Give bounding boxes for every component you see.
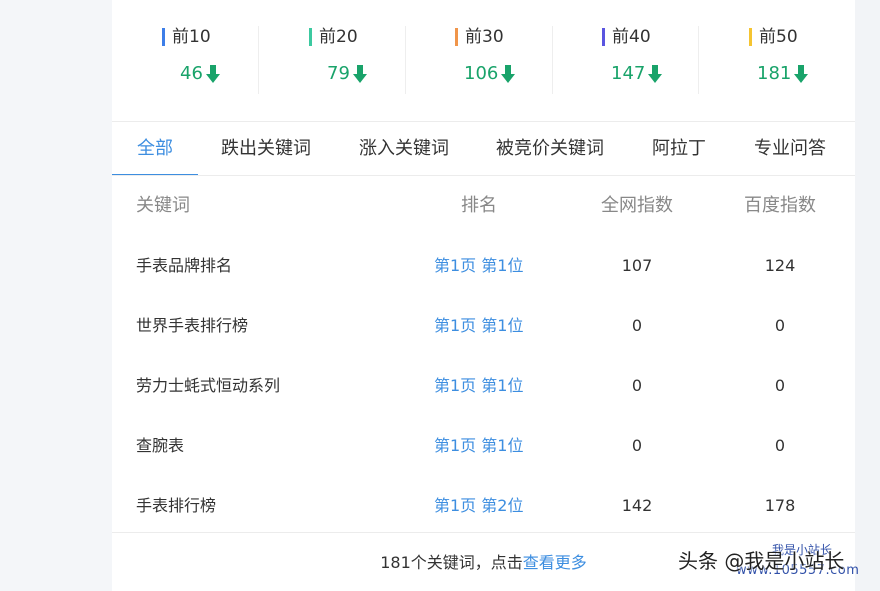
down-arrow-icon: [501, 65, 516, 83]
keyword-ranking-card: 前10 46 前20 79 前30 106 前40 147 前50 181 全部…: [112, 0, 855, 591]
col-header-baidu-index: 百度指数: [744, 195, 816, 216]
col-header-rank: 排名: [461, 195, 497, 216]
keyword-cell: 劳力士蚝式恒动系列: [136, 376, 281, 395]
stat-color-bar: [309, 28, 312, 46]
rank-link[interactable]: 第1页 第1位: [434, 376, 523, 396]
tab-risen-keywords[interactable]: 涨入关键词: [359, 137, 449, 161]
stat-value: 106: [464, 63, 499, 84]
divider: [112, 121, 855, 122]
stat-top40: 前40 147: [553, 0, 699, 121]
tab-bidded-keywords[interactable]: 被竞价关键词: [496, 137, 604, 161]
all-index-cell: 107: [621, 256, 653, 275]
rank-link[interactable]: 第1页 第1位: [434, 316, 523, 336]
stat-value: 46: [180, 63, 203, 84]
baidu-index-cell: 0: [774, 436, 786, 455]
col-header-keyword: 关键词: [136, 195, 190, 216]
baidu-index-cell: 124: [764, 256, 796, 275]
rank-stats: 前10 46 前20 79 前30 106 前40 147 前50 181: [112, 0, 855, 121]
stat-label: 前50: [759, 27, 798, 47]
tab-expert-qa[interactable]: 专业问答: [754, 137, 826, 161]
stat-label: 前30: [465, 27, 504, 47]
keyword-cell: 手表品牌排名: [136, 256, 233, 275]
baidu-index-cell: 178: [764, 496, 796, 515]
stat-value: 79: [327, 63, 350, 84]
stat-value: 147: [611, 63, 646, 84]
stat-color-bar: [162, 28, 165, 46]
stat-color-bar: [602, 28, 605, 46]
col-header-all-index: 全网指数: [601, 195, 673, 216]
baidu-index-cell: 0: [774, 376, 786, 395]
stat-label: 前40: [612, 27, 651, 47]
footer-text: 181个关键词，点击: [380, 553, 523, 572]
down-arrow-icon: [205, 65, 220, 83]
keyword-cell: 世界手表排行榜: [136, 316, 249, 335]
stat-top50: 前50 181: [699, 0, 845, 121]
divider: [112, 532, 855, 533]
all-index-cell: 0: [631, 436, 643, 455]
all-index-cell: 0: [631, 376, 643, 395]
keyword-cell: 手表排行榜: [136, 496, 217, 515]
tab-all[interactable]: 全部: [137, 137, 173, 161]
down-arrow-icon: [648, 65, 663, 83]
tab-aladdin[interactable]: 阿拉丁: [652, 137, 706, 161]
view-more-link[interactable]: 查看更多: [523, 553, 587, 572]
down-arrow-icon: [794, 65, 809, 83]
divider: [112, 175, 855, 176]
rank-link[interactable]: 第1页 第2位: [434, 496, 523, 516]
stat-value: 181: [757, 63, 792, 84]
rank-link[interactable]: 第1页 第1位: [434, 256, 523, 276]
all-index-cell: 142: [621, 496, 653, 515]
stat-color-bar: [455, 28, 458, 46]
stat-label: 前10: [172, 27, 211, 47]
keyword-cell: 查腕表: [136, 436, 185, 455]
rank-link[interactable]: 第1页 第1位: [434, 436, 523, 456]
stat-label: 前20: [319, 27, 358, 47]
tab-dropped-keywords[interactable]: 跌出关键词: [221, 137, 311, 161]
all-index-cell: 0: [631, 316, 643, 335]
baidu-index-cell: 0: [774, 316, 786, 335]
stat-color-bar: [749, 28, 752, 46]
stat-top30: 前30 106: [406, 0, 552, 121]
stat-top10: 前10 46: [112, 0, 258, 121]
watermark-text: 头条 @我是小站长: [678, 549, 845, 573]
down-arrow-icon: [352, 65, 367, 83]
stat-top20: 前20 79: [259, 0, 405, 121]
page-background-strip: [855, 0, 880, 591]
